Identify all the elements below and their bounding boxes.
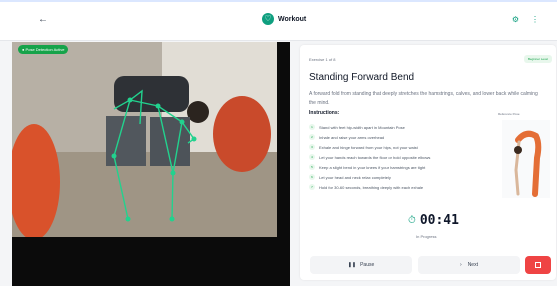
instruction-number: 6 xyxy=(309,174,315,180)
pose-status-badge: ● Pose Detection Active xyxy=(18,45,69,54)
instruction-number: 5 xyxy=(309,164,315,170)
instruction-text: Stand with feet hip-width apart in Mount… xyxy=(319,124,405,130)
settings-icon[interactable]: ⚙ xyxy=(512,15,519,24)
workout-timer: ⏱ 00:41 xyxy=(408,213,459,228)
activity-icon: ♡ xyxy=(262,13,274,25)
camera-feed: ● Pose Detection Active xyxy=(12,42,290,286)
instruction-text: Let your head and neck relax completely xyxy=(319,174,391,180)
chevron-right-icon: › xyxy=(460,262,462,268)
instruction-item: 3 Exhale and hinge forward from your hips… xyxy=(309,142,430,152)
instruction-item: 4 Let your hands reach towards the floor … xyxy=(309,152,430,162)
instruction-text: Let your hands reach towards the floor o… xyxy=(319,154,431,160)
instruction-text: Inhale and raise your arms overhead xyxy=(319,134,385,140)
brand: ♡ Workout xyxy=(262,13,306,25)
arrow-left-icon: ← xyxy=(38,14,48,25)
instruction-item: 5 Keep a slight bend in your knees if you… xyxy=(309,162,430,172)
timer-status: In Progress xyxy=(416,234,437,239)
reference-pose-label: Reference Pose xyxy=(498,112,520,116)
camera-scene xyxy=(12,42,277,240)
instruction-item: 7 Hold for 30-60 seconds, breathing deepl… xyxy=(309,182,430,192)
exercise-count: Exercise 1 of 8 xyxy=(309,57,336,62)
instruction-number: 2 xyxy=(309,134,315,140)
back-button[interactable]: ← xyxy=(38,14,48,25)
pause-label: Pause xyxy=(360,262,375,268)
top-bar: ← ♡ Workout ⚙ ⋮ xyxy=(0,0,557,41)
timer-value: 00:41 xyxy=(419,213,459,228)
pose-status-label: Pose Detection Active xyxy=(25,47,65,52)
instruction-number: 4 xyxy=(309,154,315,160)
exercise-description: A forward fold from standing that deeply… xyxy=(309,91,538,106)
instruction-item: 2 Inhale and raise your arms overhead xyxy=(309,132,430,142)
instruction-number: 1 xyxy=(309,124,315,130)
header-actions: ⚙ ⋮ xyxy=(512,15,539,24)
stop-button[interactable] xyxy=(525,256,551,274)
instruction-text: Exhale and hinge forward from your hips,… xyxy=(319,144,418,150)
pause-button[interactable]: ❚❚ Pause xyxy=(310,256,412,274)
exercise-title: Standing Forward Bend xyxy=(309,72,415,83)
instructions-title: Instructions: xyxy=(309,110,340,116)
pause-icon: ❚❚ xyxy=(347,262,357,268)
instruction-number: 3 xyxy=(309,144,315,150)
instruction-item: 1 Stand with feet hip-width apart in Moun… xyxy=(309,122,430,132)
instruction-text: Keep a slight bend in your knees if your… xyxy=(319,164,426,170)
level-badge: Beginner Level xyxy=(523,55,552,63)
instruction-item: 6 Let your head and neck relax completely xyxy=(309,172,430,182)
status-dot-icon: ● xyxy=(22,47,25,52)
stop-icon xyxy=(535,262,541,268)
exercise-panel: Exercise 1 of 8 Beginner Level Standing … xyxy=(300,45,556,280)
instruction-text: Hold for 30-60 seconds, breathing deeply… xyxy=(319,184,424,190)
instruction-number: 7 xyxy=(309,184,315,190)
next-button[interactable]: › Next xyxy=(418,256,520,274)
next-label: Next xyxy=(467,262,478,268)
more-icon[interactable]: ⋮ xyxy=(531,15,539,24)
app-title: Workout xyxy=(278,15,307,23)
reference-pose-image xyxy=(502,120,550,198)
top-accent-line xyxy=(0,0,557,2)
camera-image: ● Pose Detection Active xyxy=(12,42,277,240)
stopwatch-icon: ⏱ xyxy=(408,215,416,226)
instruction-list: 1 Stand with feet hip-width apart in Moun… xyxy=(309,122,430,192)
